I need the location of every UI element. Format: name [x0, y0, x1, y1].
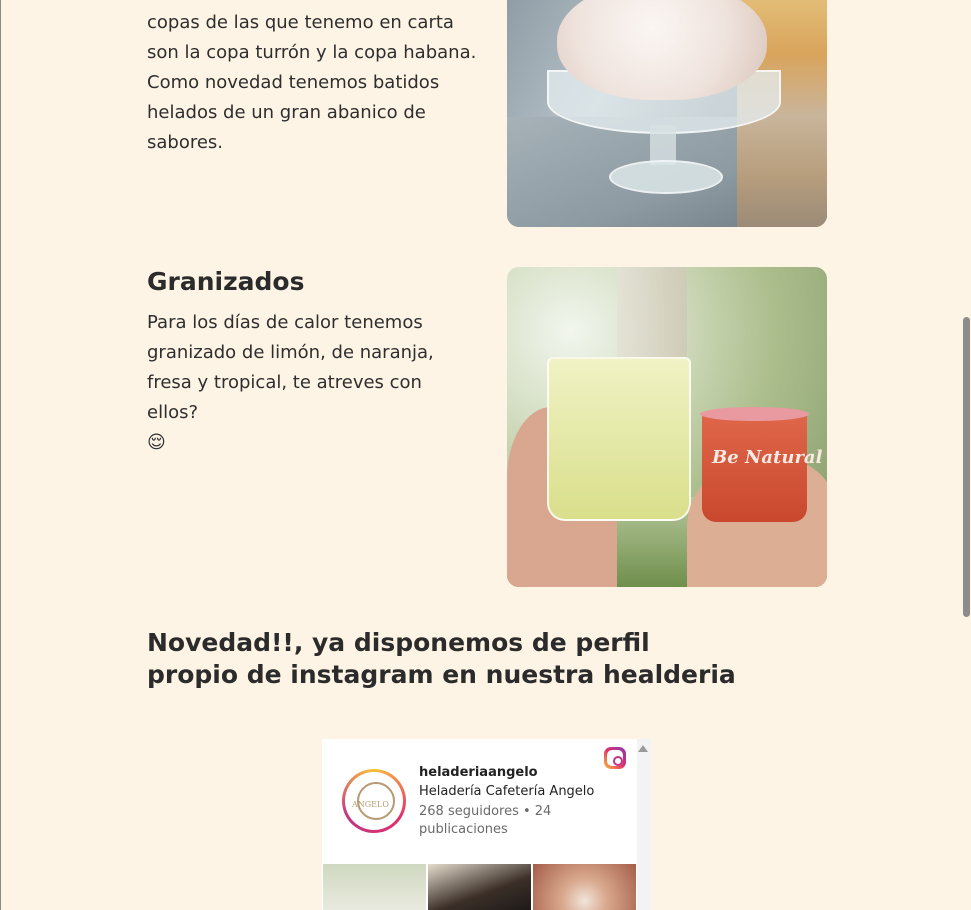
instagram-feed-widget[interactable]: ANGELO heladeriaangelo Heladería Cafeter… [322, 739, 651, 910]
page-edge [0, 0, 1, 910]
lemon-granizado-cup [547, 357, 691, 521]
widget-scrollbar[interactable] [637, 739, 651, 910]
granizados-title: Granizados [147, 267, 305, 296]
profile-handle[interactable]: heladeriaangelo [419, 765, 538, 780]
post-thumbnail[interactable] [533, 864, 636, 910]
page-scrollbar-thumb[interactable] [963, 317, 970, 617]
granizado-cups-photo: Be Natural [507, 267, 827, 587]
profile-name: Heladería Cafetería Angelo [419, 784, 595, 799]
glass-base [609, 160, 723, 194]
instagram-lens-icon [613, 756, 623, 766]
post-thumbnail[interactable] [323, 864, 426, 910]
copas-paragraph: copas de las que tenemo en carta son la … [147, 12, 477, 153]
instagram-heading: Novedad!!, ya disponemos de perfil propi… [147, 628, 736, 689]
instagram-icon[interactable] [604, 747, 626, 769]
profile-avatar[interactable]: ANGELO [342, 769, 406, 833]
whipped-cream [557, 0, 767, 100]
post-thumbnail[interactable] [428, 864, 531, 910]
strawberry-granizado-top [700, 407, 809, 421]
granizados-description: Para los días de calor tenemos granizado… [147, 308, 477, 458]
avatar-logo-text: ANGELO [352, 800, 389, 809]
relieved-face-emoji: 😌 [147, 432, 166, 453]
copa-ice-cream-photo [507, 0, 827, 227]
instagram-icon-inner [607, 750, 623, 766]
glass-stem [650, 125, 676, 165]
cup-brand-logo: Be Natural [712, 447, 823, 468]
avatar-inner: ANGELO [345, 772, 403, 830]
scroll-up-arrow-icon[interactable] [638, 745, 648, 752]
granizados-paragraph: Para los días de calor tenemos granizado… [147, 312, 434, 423]
copas-description: copas de las que tenemo en carta son la … [147, 0, 477, 158]
profile-stats: 268 seguidores • 24 publicaciones [419, 804, 552, 837]
